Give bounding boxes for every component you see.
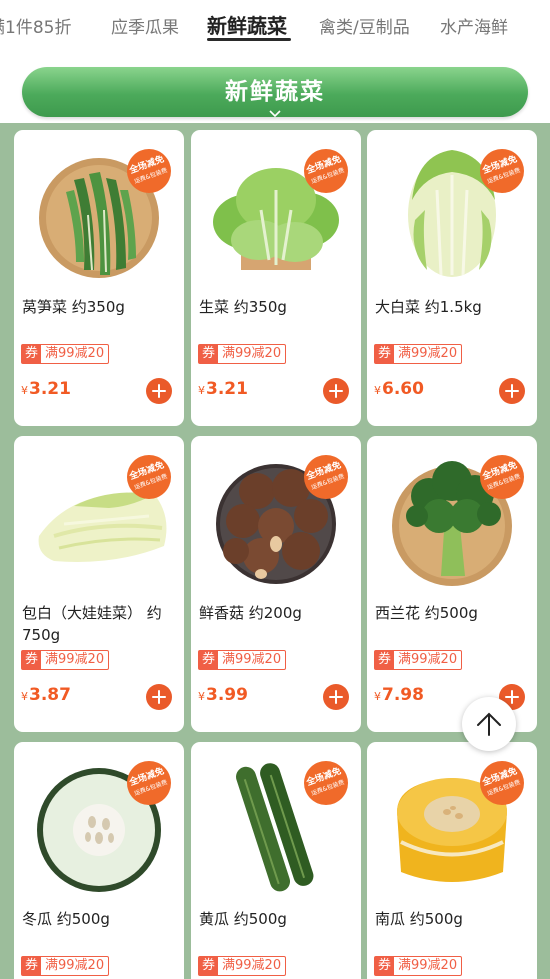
coupon-tag[interactable]: 券 满99减20 <box>198 650 287 670</box>
coupon-value: 满99减20 <box>398 346 458 361</box>
back-to-top-button[interactable] <box>462 697 516 751</box>
coupon-tag[interactable]: 券 满99减20 <box>374 956 463 976</box>
free-shipping-badge-icon: 全场减免 运费&包装费 <box>480 455 524 499</box>
free-shipping-badge-icon: 全场减免 运费&包装费 <box>304 455 348 499</box>
tab-discount[interactable]: 单件满1件85折 <box>0 13 71 38</box>
product-card[interactable]: 全场减免 运费&包装费 包白（大娃娃菜） 约750g 券 满99减20 ¥3.8… <box>14 436 184 732</box>
product-card[interactable]: 全场减免 运费&包装费 南瓜 约500g 券 满99减20 <box>367 742 537 979</box>
coupon-value: 满99减20 <box>222 652 282 667</box>
coupon-tag[interactable]: 券 满99减20 <box>374 344 463 364</box>
add-to-cart-button[interactable] <box>146 378 172 404</box>
product-card[interactable]: 全场减免 运费&包装费 西兰花 约500g 券 满99减20 ¥7.98 <box>367 436 537 732</box>
coupon-tag[interactable]: 券 满99减20 <box>21 650 110 670</box>
free-shipping-badge-icon: 全场减免 运费&包装费 <box>304 761 348 805</box>
arrow-up-icon <box>477 712 501 736</box>
coupon-label: 券 <box>22 345 42 363</box>
currency-symbol: ¥ <box>21 384 28 397</box>
coupon-label: 券 <box>199 957 219 975</box>
product-name: 莴笋菜 约350g <box>22 298 125 316</box>
active-tab-underline <box>207 38 291 41</box>
tab-seafood[interactable]: 水产海鲜 <box>440 13 508 38</box>
coupon-label: 券 <box>22 651 42 669</box>
free-shipping-badge-icon: 全场减免 运费&包装费 <box>304 149 348 193</box>
coupon-label: 券 <box>22 957 42 975</box>
price-value: 3.87 <box>29 685 71 705</box>
product-price: ¥3.21 <box>21 379 71 399</box>
product-card[interactable]: 全场减免 运费&包装费 莴笋菜 约350g 券 满99减20 ¥3.21 <box>14 130 184 426</box>
currency-symbol: ¥ <box>374 690 381 703</box>
product-name: 南瓜 约500g <box>375 910 463 928</box>
coupon-value: 满99减20 <box>45 958 105 973</box>
coupon-value: 满99减20 <box>45 346 105 361</box>
product-price: ¥3.99 <box>198 685 248 705</box>
product-price: ¥6.60 <box>374 379 424 399</box>
product-name: 生菜 约350g <box>199 298 287 316</box>
price-value: 3.21 <box>206 379 248 399</box>
coupon-label: 券 <box>375 957 395 975</box>
product-name: 鲜香菇 约200g <box>199 604 302 622</box>
product-card[interactable]: 全场减免 运费&包装费 鲜香菇 约200g 券 满99减20 ¥3.99 <box>191 436 361 732</box>
coupon-tag[interactable]: 券 满99减20 <box>374 650 463 670</box>
coupon-value: 满99减20 <box>398 652 458 667</box>
price-value: 7.98 <box>382 685 424 705</box>
tab-seasonal-fruit[interactable]: 应季瓜果 <box>111 13 179 38</box>
coupon-label: 券 <box>199 345 219 363</box>
category-tabs: 单件满1件85折 应季瓜果 新鲜蔬菜 禽类/豆制品 水产海鲜 <box>0 0 550 52</box>
product-price: ¥3.87 <box>21 685 71 705</box>
product-card[interactable]: 全场减免 运费&包装费 黄瓜 约500g 券 满99减20 <box>191 742 361 979</box>
currency-symbol: ¥ <box>198 384 205 397</box>
coupon-label: 券 <box>199 651 219 669</box>
product-name: 包白（大娃娃菜） 约750g <box>22 604 162 644</box>
free-shipping-badge-icon: 全场减免 运费&包装费 <box>127 455 171 499</box>
add-to-cart-button[interactable] <box>323 684 349 710</box>
coupon-tag[interactable]: 券 满99减20 <box>198 956 287 976</box>
coupon-label: 券 <box>375 345 395 363</box>
add-to-cart-button[interactable] <box>499 378 525 404</box>
currency-symbol: ¥ <box>198 690 205 703</box>
coupon-label: 券 <box>375 651 395 669</box>
product-card[interactable]: 全场减免 运费&包装费 冬瓜 约500g 券 满99减20 <box>14 742 184 979</box>
price-value: 6.60 <box>382 379 424 399</box>
product-name: 西兰花 约500g <box>375 604 478 622</box>
coupon-value: 满99减20 <box>45 652 105 667</box>
coupon-tag[interactable]: 券 满99减20 <box>21 344 110 364</box>
price-value: 3.99 <box>206 685 248 705</box>
product-price: ¥7.98 <box>374 685 424 705</box>
section-title: 新鲜蔬菜 <box>225 79 325 105</box>
price-value: 3.21 <box>29 379 71 399</box>
section-banner-area: 新鲜蔬菜 <box>0 52 550 124</box>
free-shipping-badge-icon: 全场减免 运费&包装费 <box>127 761 171 805</box>
product-card[interactable]: 全场减免 运费&包装费 大白菜 约1.5kg 券 满99减20 ¥6.60 <box>367 130 537 426</box>
product-name: 冬瓜 约500g <box>22 910 110 928</box>
free-shipping-badge-icon: 全场减免 运费&包装费 <box>127 149 171 193</box>
product-price: ¥3.21 <box>198 379 248 399</box>
product-card[interactable]: 全场减免 运费&包装费 生菜 约350g 券 满99减20 ¥3.21 <box>191 130 361 426</box>
page: 单件满1件85折 应季瓜果 新鲜蔬菜 禽类/豆制品 水产海鲜 新鲜蔬菜 <box>0 0 550 979</box>
product-name: 黄瓜 约500g <box>199 910 287 928</box>
coupon-value: 满99减20 <box>398 958 458 973</box>
add-to-cart-button[interactable] <box>146 684 172 710</box>
tab-poultry-tofu[interactable]: 禽类/豆制品 <box>319 13 410 38</box>
coupon-tag[interactable]: 券 满99减20 <box>198 344 287 364</box>
coupon-value: 满99减20 <box>222 346 282 361</box>
product-name: 大白菜 约1.5kg <box>375 298 482 316</box>
tab-fresh-vegetables[interactable]: 新鲜蔬菜 <box>207 10 287 39</box>
currency-symbol: ¥ <box>374 384 381 397</box>
coupon-value: 满99减20 <box>222 958 282 973</box>
add-to-cart-button[interactable] <box>323 378 349 404</box>
chevron-down-icon <box>269 110 281 118</box>
free-shipping-badge-icon: 全场减免 运费&包装费 <box>480 761 524 805</box>
currency-symbol: ¥ <box>21 690 28 703</box>
free-shipping-badge-icon: 全场减免 运费&包装费 <box>480 149 524 193</box>
coupon-tag[interactable]: 券 满99减20 <box>21 956 110 976</box>
